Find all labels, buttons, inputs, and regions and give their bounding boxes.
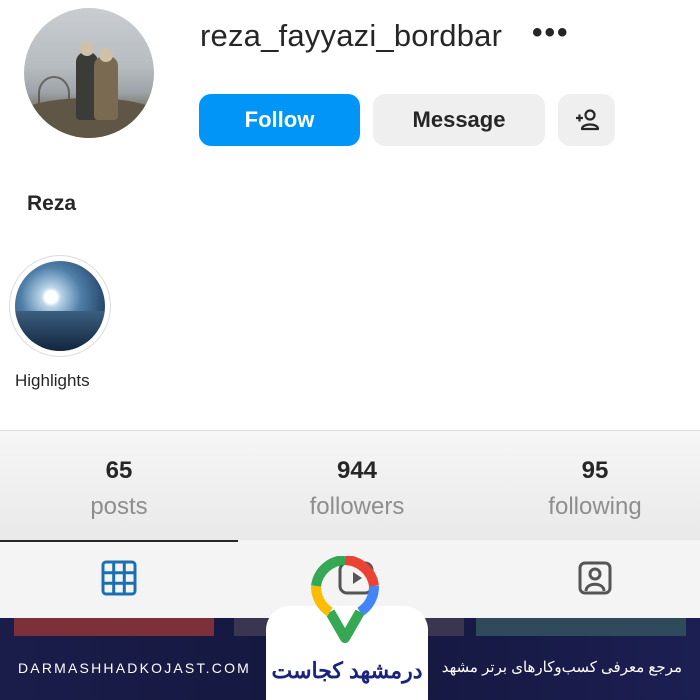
- stat-followers[interactable]: 944 followers: [257, 457, 457, 521]
- ellipsis-icon[interactable]: •••: [532, 18, 570, 48]
- profile-avatar[interactable]: [24, 8, 154, 138]
- follow-button[interactable]: Follow: [199, 94, 360, 146]
- map-pin-logo-icon: [311, 556, 379, 643]
- highlight-cover-image: [15, 261, 105, 351]
- message-button[interactable]: Message: [373, 94, 545, 146]
- tagged-icon[interactable]: [577, 560, 613, 596]
- avatar-head-shape: [80, 42, 94, 56]
- avatar-head-shape: [99, 48, 113, 62]
- username: reza_fayyazi_bordbar: [200, 18, 503, 53]
- stat-count: 65: [105, 457, 133, 484]
- stat-label: posts: [90, 493, 148, 520]
- highlight-item[interactable]: [9, 255, 111, 357]
- profile-stats-bar: 65 posts 944 followers 95 following: [0, 430, 700, 541]
- grid-icon[interactable]: [101, 560, 137, 596]
- footer-website[interactable]: DARMASHHADKOJAST.COM: [18, 660, 251, 676]
- stat-count: 944: [336, 457, 378, 484]
- active-tab-indicator: [0, 540, 238, 542]
- highlight-label: Highlights: [15, 371, 90, 390]
- logo-text: درمشهد کجاست: [271, 658, 423, 683]
- post-thumbnail[interactable]: [476, 618, 686, 636]
- post-thumbnail[interactable]: [14, 618, 214, 636]
- avatar-person-shape: [94, 56, 118, 120]
- footer-tagline: مرجع معرفی کسب‌وکارهای برتر مشهد: [441, 659, 682, 676]
- add-person-icon: [575, 109, 599, 131]
- stat-following[interactable]: 95 following: [495, 457, 695, 521]
- add-user-button[interactable]: [558, 94, 615, 146]
- stat-count: 95: [581, 457, 609, 484]
- stat-label: followers: [309, 493, 405, 520]
- highlight-sea-shape: [15, 311, 105, 351]
- stat-label: following: [548, 493, 642, 520]
- stat-posts[interactable]: 65 posts: [19, 457, 219, 521]
- profile-full-name: Reza: [27, 192, 77, 215]
